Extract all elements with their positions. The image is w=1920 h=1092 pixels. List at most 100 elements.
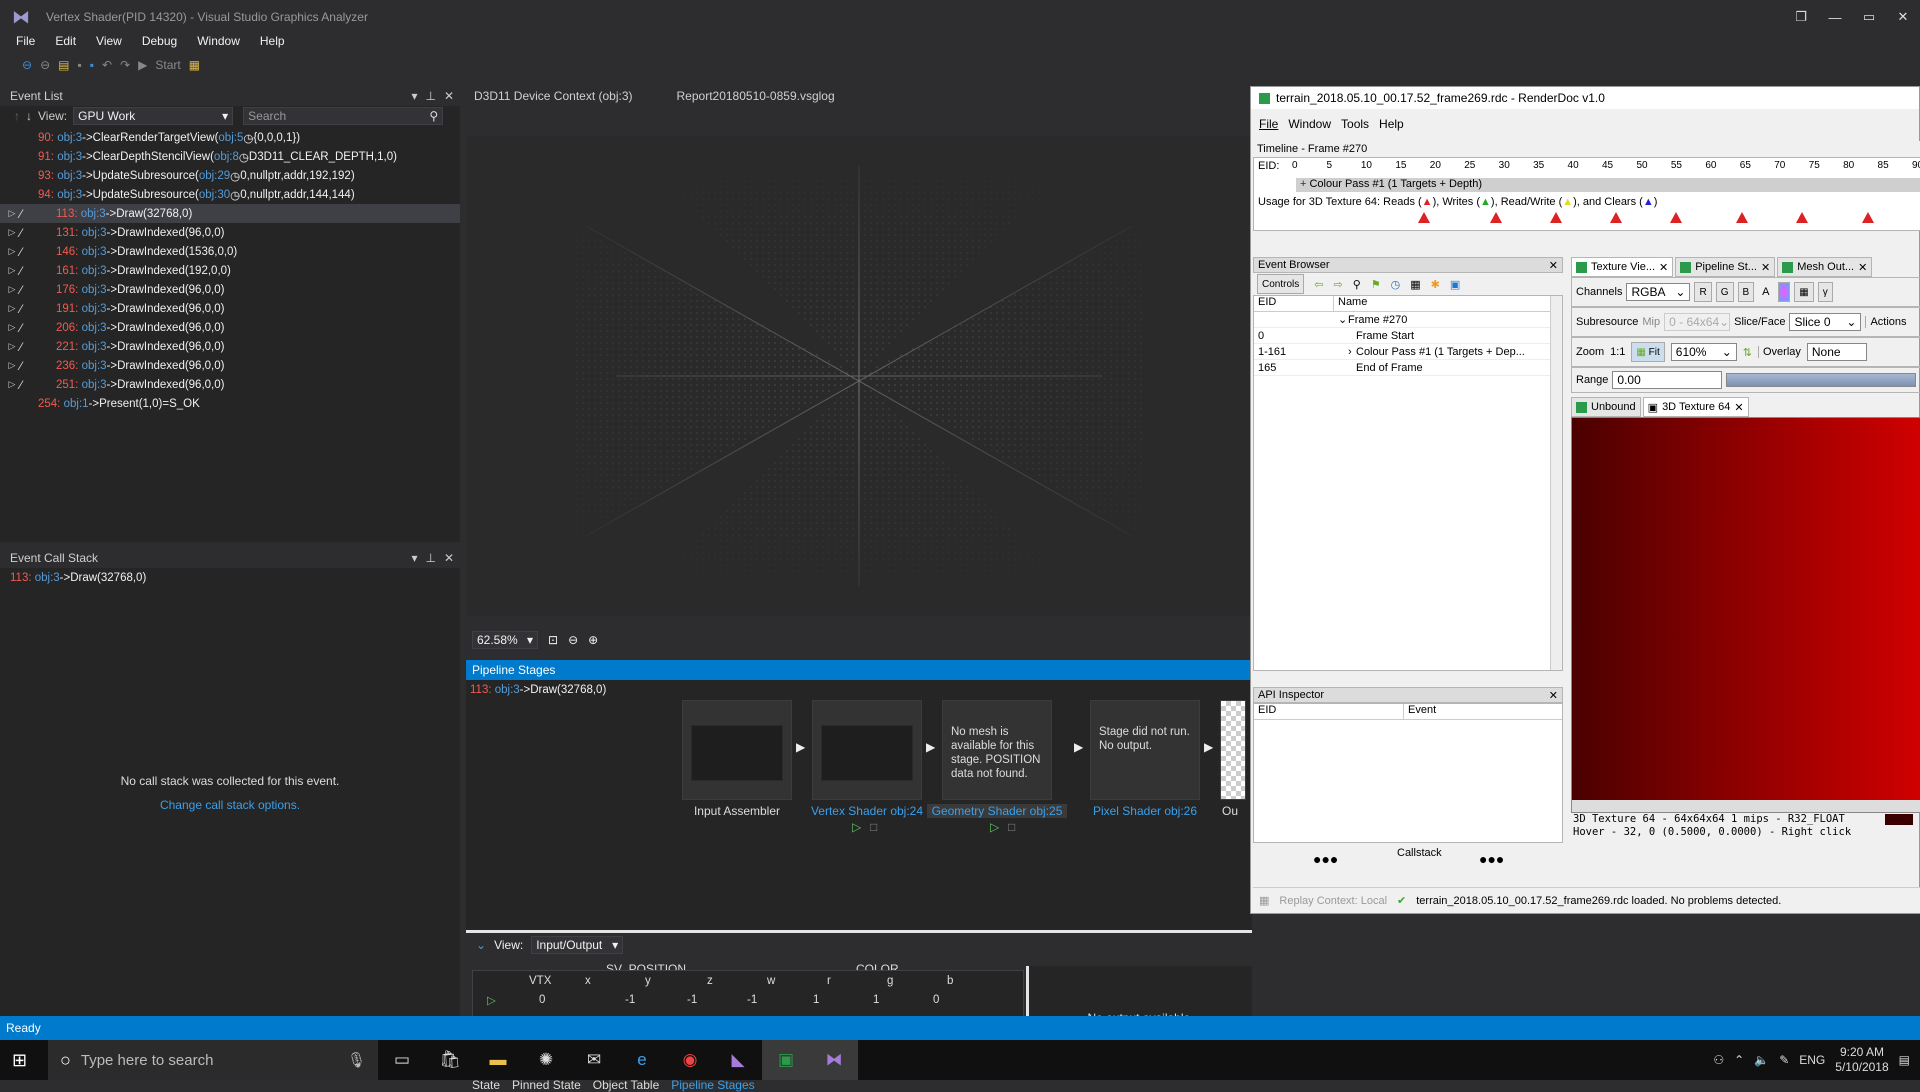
back-arrow-icon[interactable]: ⇦ bbox=[1314, 278, 1323, 291]
tab-state[interactable]: State bbox=[472, 1078, 500, 1092]
usage-marker[interactable] bbox=[1796, 212, 1808, 223]
event-row[interactable]: 254: obj:1 ->Present(1,0)=S_OK bbox=[0, 394, 460, 413]
rd-menu-window[interactable]: Window bbox=[1288, 117, 1331, 131]
tab-texture-viewer[interactable]: Texture Vie... ✕ bbox=[1571, 257, 1674, 277]
event-browser-row[interactable]: 1-161 › Colour Pass #1 (1 Targets + Dep... bbox=[1254, 344, 1562, 360]
event-row[interactable]: ▷ ⁄ 161: obj:3 ->DrawIndexed(192,0,0) bbox=[0, 261, 460, 280]
expand-icon[interactable]: ▷ bbox=[4, 246, 20, 257]
event-row[interactable]: ▷ ⁄ 176: obj:3 ->DrawIndexed(96,0,0) bbox=[0, 280, 460, 299]
tab-object-table[interactable]: Object Table bbox=[593, 1078, 660, 1092]
event-browser-row[interactable]: 0 Frame Start bbox=[1254, 328, 1562, 344]
store-icon[interactable]: 🛍 bbox=[426, 1040, 474, 1080]
menu-file[interactable]: File bbox=[6, 32, 45, 50]
event-row[interactable]: 90: obj:3 ->ClearRenderTargetView(obj:5 ◷{… bbox=[0, 128, 460, 147]
tab-device-context[interactable]: D3D11 Device Context (obj:3) bbox=[474, 89, 633, 103]
sort-up-icon[interactable]: ↑ bbox=[14, 109, 20, 123]
event-row[interactable]: ▷ ⁄ 113: obj:3 ->Draw(32768,0) bbox=[0, 204, 460, 223]
chrome-icon[interactable]: ◉ bbox=[666, 1040, 714, 1080]
menu-window[interactable]: Window bbox=[187, 32, 250, 50]
mail-icon[interactable]: ✉ bbox=[570, 1040, 618, 1080]
close-icon[interactable]: ✕ bbox=[1549, 259, 1558, 272]
controls-button[interactable]: Controls bbox=[1257, 274, 1305, 294]
io-view-dropdown[interactable]: Input/Output ▾ bbox=[531, 936, 624, 954]
usage-marker[interactable] bbox=[1610, 212, 1622, 223]
expand-icon[interactable]: ▷ bbox=[4, 265, 20, 276]
stage-output-merger[interactable] bbox=[1220, 700, 1246, 800]
event-row[interactable]: ▷ ⁄ 221: obj:3 ->DrawIndexed(96,0,0) bbox=[0, 337, 460, 356]
volume-icon[interactable]: 🔈 bbox=[1754, 1053, 1769, 1067]
save-icon[interactable]: ▪ bbox=[77, 58, 81, 72]
channel-g-button[interactable]: G bbox=[1715, 282, 1734, 302]
menu-view[interactable]: View bbox=[86, 32, 132, 50]
change-call-stack-link[interactable]: Change call stack options. bbox=[0, 798, 460, 812]
stage-input-assembler[interactable] bbox=[682, 700, 792, 800]
range-slider[interactable] bbox=[1726, 373, 1917, 387]
minimize-button[interactable]: — bbox=[1818, 0, 1852, 34]
color-wheel-icon[interactable] bbox=[1777, 282, 1791, 302]
play-geometry-shader-icon[interactable]: ▷ bbox=[990, 820, 999, 834]
windows-start-icon[interactable]: ⊞ bbox=[12, 1050, 27, 1071]
people-icon[interactable]: ⚇ bbox=[1713, 1053, 1724, 1067]
tab-pinned-state[interactable]: Pinned State bbox=[512, 1078, 581, 1092]
event-row[interactable]: ▷ ⁄ 131: obj:3 ->DrawIndexed(96,0,0) bbox=[0, 223, 460, 242]
callstack-label[interactable]: Callstack bbox=[1397, 847, 1442, 859]
timer-icon[interactable]: ◷ bbox=[1391, 278, 1401, 291]
tab-mesh-output[interactable]: Mesh Out... ✕ bbox=[1777, 257, 1873, 277]
close-icon[interactable]: ✕ bbox=[444, 89, 454, 103]
tab-unbound[interactable]: Unbound bbox=[1571, 397, 1641, 417]
close-button[interactable]: ✕ bbox=[1886, 0, 1920, 34]
settings-icon[interactable]: ✱ bbox=[1431, 278, 1440, 291]
view-dropdown[interactable]: GPU Work ▾ bbox=[73, 107, 234, 125]
mip-dropdown[interactable]: 0 - 64x64 ⌄ bbox=[1664, 313, 1731, 331]
menu-help[interactable]: Help bbox=[250, 32, 295, 50]
io-data-row[interactable]: ▷ 0 -1 -1 -1 1 1 0 bbox=[473, 990, 1023, 1009]
event-row[interactable]: ▷ ⁄ 191: obj:3 ->DrawIndexed(96,0,0) bbox=[0, 299, 460, 318]
taskbar-search[interactable]: ○ Type here to search 🎙 bbox=[48, 1040, 378, 1080]
event-row[interactable]: 94: obj:3 ->UpdateSubresource(obj:30 ◷ 0,nu… bbox=[0, 185, 460, 204]
file-explorer-icon[interactable]: ▬ bbox=[474, 1040, 522, 1080]
restore-icon[interactable]: ❐ bbox=[1784, 0, 1818, 34]
chevron-up-icon[interactable]: ⌃ bbox=[1734, 1053, 1744, 1067]
renderdoc-taskbar-icon[interactable]: ▣ bbox=[762, 1040, 810, 1080]
tab-3d-texture[interactable]: ▣ 3D Texture 64 ✕ bbox=[1642, 397, 1749, 417]
graphics-analyzer-icon[interactable]: ⧓ bbox=[810, 1040, 858, 1080]
back-icon[interactable]: ⊖ bbox=[22, 58, 32, 72]
pen-icon[interactable]: ✎ bbox=[1779, 1053, 1789, 1067]
rd-menu-tools[interactable]: Tools bbox=[1341, 117, 1369, 131]
event-row[interactable]: ▷ ⁄ 236: obj:3 ->DrawIndexed(96,0,0) bbox=[0, 356, 460, 375]
expand-icon[interactable]: ▷ bbox=[4, 284, 20, 295]
tab-report[interactable]: Report20180510-0859.vsglog bbox=[677, 89, 835, 103]
zoom-dropdown[interactable]: 62.58% ▾ bbox=[472, 631, 538, 649]
start-icon[interactable]: ▶ bbox=[138, 58, 147, 72]
start-button[interactable]: Start bbox=[155, 58, 180, 72]
event-row[interactable]: ▷ ⁄ 146: obj:3 ->DrawIndexed(1536,0,0) bbox=[0, 242, 460, 261]
overlay-dropdown[interactable]: None bbox=[1806, 343, 1867, 361]
close-icon[interactable]: ✕ bbox=[444, 551, 454, 565]
event-search-input[interactable]: Search ⚲ bbox=[243, 107, 444, 125]
event-row[interactable]: ▷ ⁄ 206: obj:3 ->DrawIndexed(96,0,0) bbox=[0, 318, 460, 337]
expand-icon[interactable]: ▷ bbox=[4, 379, 20, 390]
event-tree-scrollbar[interactable] bbox=[1550, 296, 1562, 670]
usage-marker[interactable] bbox=[1862, 212, 1874, 223]
event-browser-row[interactable]: ⌄ Frame #270 bbox=[1254, 312, 1562, 328]
expand-icon[interactable]: ▷ bbox=[4, 303, 20, 314]
stage-label-pixel-shader[interactable]: Pixel Shader obj:26 bbox=[1075, 804, 1215, 818]
forward-arrow-icon[interactable]: ⇨ bbox=[1333, 278, 1342, 291]
event-browser-row[interactable]: 165 End of Frame bbox=[1254, 360, 1562, 376]
fit-button[interactable]: ▦ Fit bbox=[1631, 342, 1665, 362]
more-icon[interactable]: ●●● bbox=[1479, 851, 1504, 867]
menu-debug[interactable]: Debug bbox=[132, 32, 187, 50]
close-icon[interactable]: ✕ bbox=[1549, 689, 1558, 702]
channel-r-button[interactable]: R bbox=[1694, 282, 1712, 302]
zoom-out-icon[interactable]: ⊖ bbox=[568, 633, 578, 647]
texture-canvas[interactable] bbox=[1571, 417, 1920, 813]
forward-icon[interactable]: ⊖ bbox=[40, 58, 50, 72]
zoom-in-icon[interactable]: ⊕ bbox=[588, 633, 598, 647]
event-row[interactable]: 91: obj:3 ->ClearDepthStencilView(obj:8 ◷ D… bbox=[0, 147, 460, 166]
clock[interactable]: 9:20 AM 5/10/2018 bbox=[1835, 1045, 1888, 1075]
collapse-icon[interactable]: ⌄ bbox=[476, 938, 486, 952]
stage-pixel-shader[interactable]: Stage did not run. No output. bbox=[1090, 700, 1200, 800]
pin-icon[interactable]: ⊥ bbox=[425, 551, 435, 565]
capture-icon[interactable]: ▦ bbox=[189, 58, 200, 72]
sort-down-icon[interactable]: ↓ bbox=[26, 109, 32, 123]
